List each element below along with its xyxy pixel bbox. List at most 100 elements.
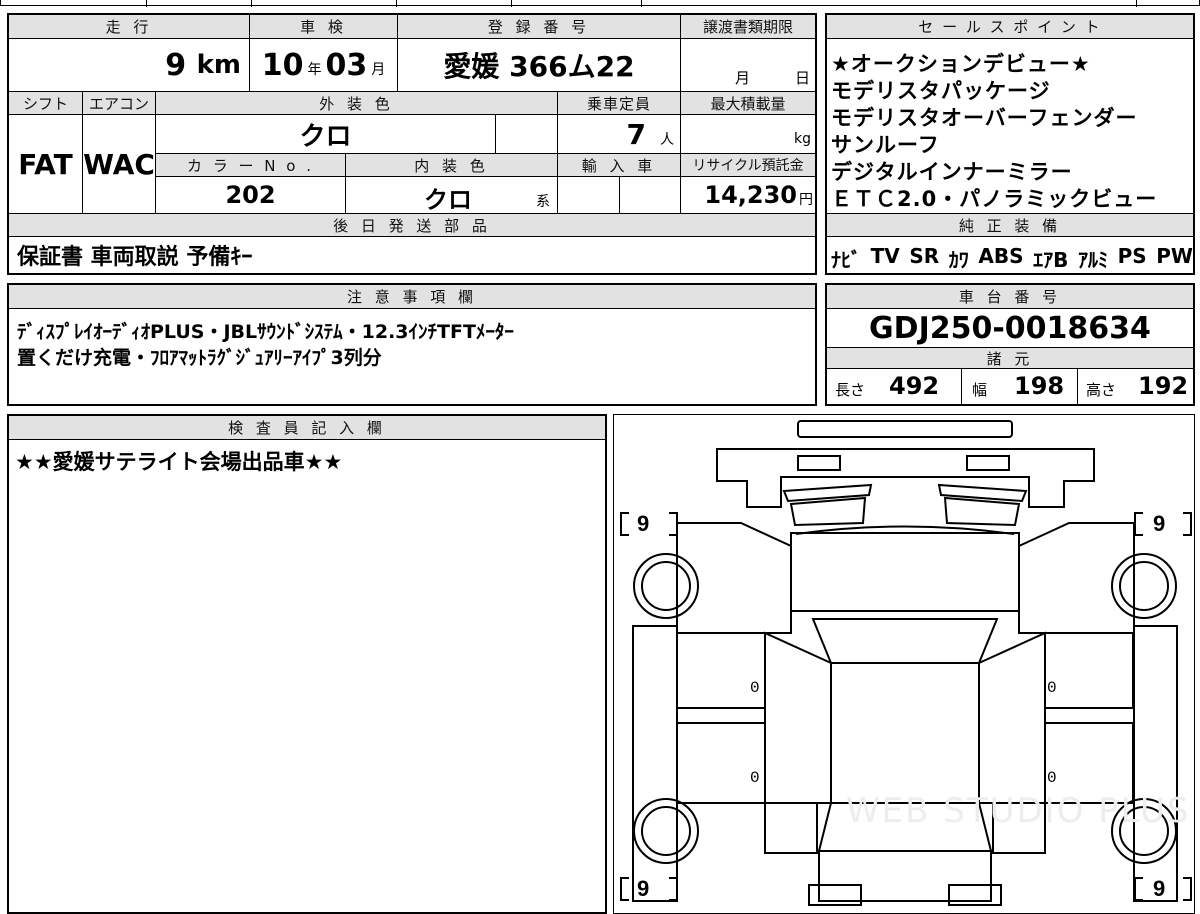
- capacity-value: 7: [626, 117, 646, 151]
- equipment-nav: ﾅﾋﾞ: [831, 248, 861, 272]
- shipping-label: 後 日 発 送 部 品: [9, 213, 815, 237]
- watermark: WEB STUDIO PLUS: [846, 791, 1191, 831]
- tire-front-right: [1111, 553, 1177, 619]
- hood: [790, 532, 1020, 612]
- max-load-label: 最大積載量: [680, 91, 815, 115]
- fog-left: [789, 496, 867, 527]
- aircon-label: エアコン: [82, 91, 155, 115]
- equipment-leather: ｶﾜ: [948, 248, 969, 272]
- vehicle-info-table: 走 行 車 検 登 録 番 号 譲渡書類期限 9 km 10 年 03 月 愛媛 36…: [7, 13, 817, 275]
- capacity-label: 乗車定員: [557, 91, 680, 115]
- inspection-year: 10: [261, 47, 304, 83]
- interior-color-label: 内 装 色: [345, 153, 557, 177]
- equipment-tv: TV: [870, 244, 900, 268]
- pillar-left: [764, 631, 832, 804]
- recycle-value-cell: 14,230 円: [680, 177, 815, 213]
- rear-gate: [818, 850, 992, 902]
- spec-width-value: 198: [1014, 372, 1065, 400]
- door-front-right-value: 0: [1047, 679, 1057, 697]
- equipment-airbag: ｴｱB: [1033, 248, 1069, 272]
- car-diagram-box: 9 9 9 9 0 0 0 0 WEB STUDIO PLUS: [613, 414, 1195, 914]
- top-strip: [0, 0, 1200, 7]
- equipment-ps: PS: [1117, 244, 1147, 268]
- spec-height: 高さ 192: [1077, 369, 1193, 404]
- side-strip-left: [632, 625, 678, 902]
- tread-front-right: 9: [1153, 511, 1166, 536]
- notes-box: 注 意 事 項 欄 ﾃﾞｨｽﾌﾟﾚｲｵｰﾃﾞｨｵPLUS・JBLｻｳﾝﾄﾞｼｽﾃ…: [7, 283, 817, 406]
- spec-height-value: 192: [1138, 372, 1189, 400]
- equipment-sr: SR: [909, 244, 940, 268]
- equipment-list: ﾅﾋﾞ TV SR ｶﾜ ABS ｴｱB ｱﾙﾐ PS PW: [831, 244, 1193, 272]
- fender-front-right: [1018, 522, 1135, 634]
- door-rear-left-value: 0: [750, 769, 760, 787]
- door-rear-left: [676, 722, 766, 804]
- inspector-box: 検 査 員 記 入 欄 ★★愛媛サテライト会場出品車★★: [7, 414, 607, 914]
- notes-line-1: ﾃﾞｨｽﾌﾟﾚｲｵｰﾃﾞｨｵPLUS・JBLｻｳﾝﾄﾞｼｽﾃﾑ・12.3ｲﾝﾁT…: [17, 321, 514, 343]
- grille-right: [966, 455, 1010, 471]
- transfer-deadline-cell: 月 日: [680, 39, 815, 91]
- inspection-label: 車 検: [249, 15, 397, 39]
- equipment-alloy: ｱﾙﾐ: [1077, 248, 1108, 272]
- shift-label: シフト: [9, 91, 82, 115]
- front-bumper: [716, 448, 1095, 508]
- inspection-value-cell: 10 年 03 月: [249, 39, 397, 91]
- inspection-month: 03: [325, 47, 368, 83]
- tire-front-left: [633, 553, 699, 619]
- sales-point-6: ＥＴＣ2.0・パノラミックビュー: [831, 187, 1158, 211]
- sales-points-box: セ ー ル ス ポ イ ン ト ★オークションデビュー★ モデリスタパッケージ …: [825, 13, 1195, 275]
- tread-rear-right: 9: [1153, 876, 1166, 901]
- interior-color-cell: クロ 系: [345, 177, 557, 213]
- shift-value: FAT: [18, 147, 73, 181]
- sales-point-2: モデリスタパッケージ: [831, 79, 1051, 103]
- registration-label: 登 録 番 号: [397, 15, 680, 39]
- door-front-left-value: 0: [750, 679, 760, 697]
- chassis-value: GDJ250-0018634: [869, 310, 1151, 346]
- import-value-b: [619, 177, 680, 213]
- mileage-value-cell: 9 km: [9, 39, 249, 91]
- exterior-color-label: 外 装 色: [155, 91, 557, 115]
- shipping-value: 保証書 車両取説 予備ｷｰ: [17, 245, 253, 270]
- sales-point-1: ★オークションデビュー★: [831, 52, 1091, 76]
- spec-length-value: 492: [889, 372, 940, 400]
- notes-label: 注 意 事 項 欄: [9, 285, 815, 309]
- quarter-left: [764, 802, 818, 854]
- equipment-label: 純 正 装 備: [827, 213, 1193, 237]
- specs-label: 諸 元: [827, 347, 1193, 369]
- sales-point-5: デジタルインナーミラー: [831, 160, 1073, 184]
- notes-line-2: 置くだけ充電・ﾌﾛｱﾏｯﾄﾗｸﾞｼﾞｭｱﾘｰｱｲﾌﾟ3列分: [17, 347, 382, 369]
- chassis-box: 車 台 番 号 GDJ250-0018634 諸 元 長さ 492 幅 198 …: [825, 283, 1195, 406]
- grille-left: [797, 455, 841, 471]
- equipment-abs: ABS: [978, 244, 1024, 268]
- sales-points-label: セ ー ル ス ポ イ ン ト: [827, 15, 1193, 39]
- car-diagram: [620, 420, 1192, 906]
- inspector-label: 検 査 員 記 入 欄: [9, 416, 605, 440]
- sales-point-4: サンルーフ: [831, 133, 940, 157]
- roof: [830, 662, 980, 804]
- equipment-pw: PW: [1156, 244, 1193, 268]
- tread-rear-left: 9: [637, 876, 650, 901]
- tread-front-left: 9: [637, 511, 650, 536]
- exterior-color-value: クロ: [155, 115, 495, 153]
- mileage-label: 走 行: [9, 15, 249, 39]
- pillar-right: [978, 631, 1046, 804]
- recycle-value: 14,230: [704, 181, 797, 209]
- sales-point-3: モデリスタオーバーフェンダー: [831, 106, 1138, 130]
- color-no-value: 202: [155, 177, 345, 213]
- windshield: [811, 618, 999, 664]
- registration-value: 愛媛 366ム22: [397, 39, 680, 91]
- door-front-right: [1044, 632, 1134, 709]
- interior-color-value: クロ: [424, 186, 472, 213]
- import-value-a: [557, 177, 619, 213]
- door-rear-right-value: 0: [1047, 769, 1057, 787]
- fog-right: [943, 496, 1021, 527]
- mileage-unit: km: [196, 50, 241, 80]
- chassis-label: 車 台 番 号: [827, 285, 1193, 309]
- exterior-color-extra: [495, 115, 557, 153]
- max-load-value: kg: [680, 115, 815, 153]
- front-bumper-top: [797, 420, 1013, 438]
- spec-width: 幅 198: [961, 369, 1077, 404]
- inspector-text: ★★愛媛サテライト会場出品車★★: [15, 450, 343, 474]
- aircon-value: WAC: [82, 115, 155, 213]
- recycle-label: リサイクル預託金: [680, 153, 815, 177]
- tire-rear-left: [633, 798, 699, 864]
